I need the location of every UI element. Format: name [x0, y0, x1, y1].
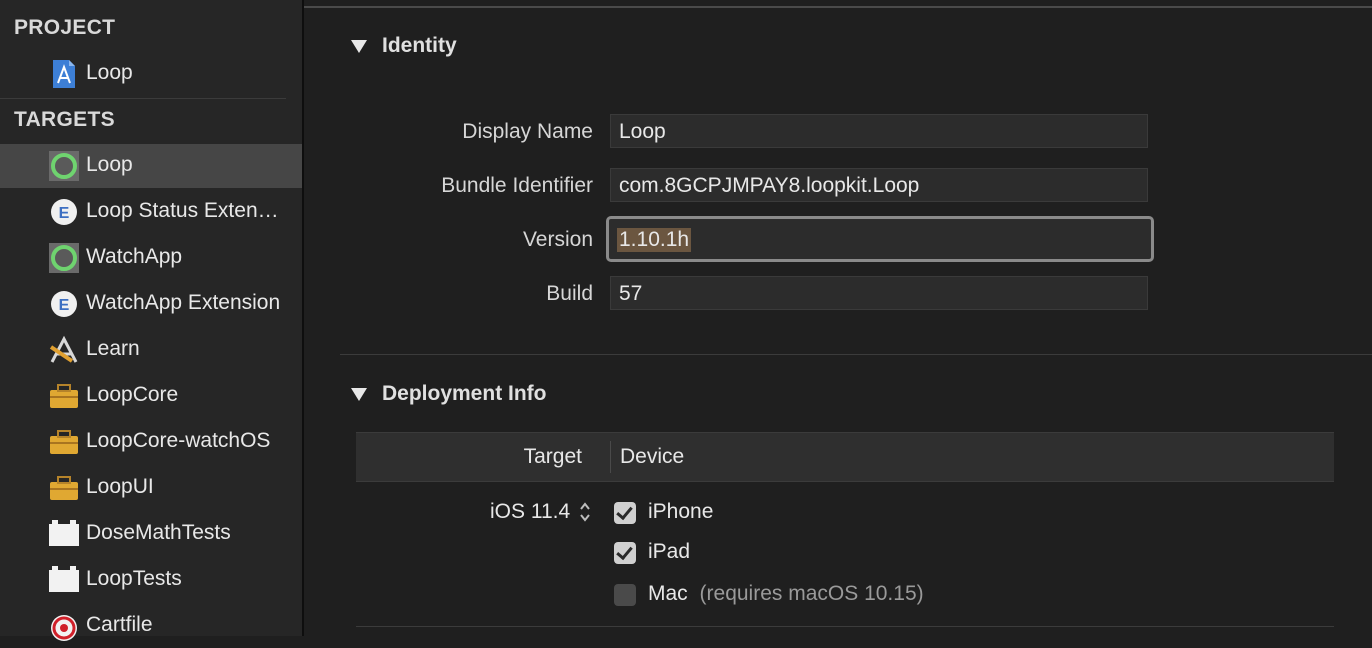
- svg-text:E: E: [59, 297, 70, 314]
- mac-requirement-note: (requires macOS 10.15): [699, 582, 924, 605]
- sidebar-item-watchapp[interactable]: WatchApp: [0, 236, 302, 280]
- mac-label-group: Mac (requires macOS 10.15): [648, 582, 924, 606]
- sidebar-item-label: Loop Status Exten…: [86, 199, 279, 222]
- sidebar-item-label: Cartfile: [86, 613, 153, 636]
- bundle-identifier-value: com.8GCPJMPAY8.loopkit.Loop: [619, 174, 920, 197]
- ipad-checkbox[interactable]: [614, 542, 636, 564]
- mac-checkbox[interactable]: [614, 584, 636, 606]
- build-label: Build: [546, 282, 593, 305]
- sidebar-item-label: Loop: [86, 153, 133, 176]
- target-bullseye-icon: [48, 611, 80, 641]
- sidebar-item-looptests[interactable]: LoopTests: [0, 558, 302, 602]
- app-target-icon: [48, 243, 80, 273]
- xcode-project-icon: [48, 59, 80, 89]
- sidebar-divider[interactable]: [302, 0, 304, 636]
- targets-section-header: TARGETS: [14, 108, 115, 131]
- framework-toolbox-icon: [48, 427, 80, 457]
- framework-toolbox-icon: [48, 381, 80, 411]
- version-field[interactable]: 1.10.1h: [606, 216, 1154, 262]
- target-column-header: Target: [523, 445, 582, 468]
- identity-section-title: Identity: [382, 34, 457, 57]
- extension-icon: E: [48, 289, 80, 319]
- build-value: 57: [619, 282, 643, 305]
- display-name-label: Display Name: [462, 120, 593, 143]
- sidebar-item-label: Loop: [86, 61, 133, 84]
- display-name-value: Loop: [619, 120, 666, 143]
- sidebar-item-label: LoopCore-watchOS: [86, 429, 271, 452]
- test-bundle-icon: [48, 519, 80, 549]
- ios-version-value: iOS 11.4: [490, 500, 571, 523]
- sidebar-item-label: DoseMathTests: [86, 521, 231, 544]
- sidebar-item-dosemathtests[interactable]: DoseMathTests: [0, 512, 302, 556]
- app-tool-icon: [48, 335, 80, 365]
- iphone-checkbox[interactable]: [614, 502, 636, 524]
- identity-disclosure-icon[interactable]: [351, 40, 367, 53]
- bundle-identifier-field[interactable]: com.8GCPJMPAY8.loopkit.Loop: [610, 168, 1148, 202]
- sidebar-item-loopui[interactable]: LoopUI: [0, 466, 302, 510]
- bundle-identifier-label: Bundle Identifier: [441, 174, 593, 197]
- sidebar-item-loop-status-extension[interactable]: E Loop Status Exten…: [0, 190, 302, 234]
- sidebar-item-project-loop[interactable]: Loop: [0, 52, 302, 96]
- test-bundle-icon: [48, 565, 80, 595]
- column-divider: [610, 441, 611, 473]
- ipad-label: iPad: [648, 540, 691, 563]
- sidebar-item-label: WatchApp Extension: [86, 291, 281, 314]
- project-section-header: PROJECT: [14, 16, 116, 39]
- ios-version-popup[interactable]: iOS 11.4: [490, 500, 591, 526]
- extension-icon: E: [48, 197, 80, 227]
- iphone-label: iPhone: [648, 500, 714, 523]
- sidebar-item-loopcore-watchos[interactable]: LoopCore-watchOS: [0, 420, 302, 464]
- version-value: 1.10.1h: [617, 228, 692, 252]
- deployment-table-header: Target Device: [356, 432, 1334, 482]
- sidebar-item-watchapp-extension[interactable]: E WatchApp Extension: [0, 282, 302, 326]
- deployment-disclosure-icon[interactable]: [351, 388, 367, 401]
- version-label: Version: [522, 228, 593, 251]
- sidebar-item-loopcore[interactable]: LoopCore: [0, 374, 302, 418]
- device-column-header: Device: [620, 445, 685, 468]
- sidebar-item-label: Learn: [86, 337, 140, 360]
- sidebar-item-label: LoopCore: [86, 383, 179, 406]
- sidebar-item-label: WatchApp: [86, 245, 183, 268]
- app-target-icon: [48, 151, 80, 181]
- svg-text:E: E: [59, 205, 70, 222]
- sidebar-item-loop[interactable]: Loop: [0, 144, 302, 188]
- stepper-updown-icon: [579, 500, 591, 529]
- sidebar-separator: [0, 98, 286, 99]
- sidebar-item-learn[interactable]: Learn: [0, 328, 302, 372]
- framework-toolbox-icon: [48, 473, 80, 503]
- targets-sidebar: PROJECT Loop TARGETS Loop E Loop Status …: [0, 0, 302, 641]
- mac-label: Mac: [648, 582, 688, 605]
- sidebar-item-cartfile[interactable]: Cartfile: [0, 604, 302, 648]
- table-bottom-separator: [356, 626, 1334, 627]
- sidebar-item-label: LoopUI: [86, 475, 154, 498]
- display-name-field[interactable]: Loop: [610, 114, 1148, 148]
- section-separator: [340, 354, 1372, 355]
- sidebar-item-label: LoopTests: [86, 567, 182, 590]
- build-field[interactable]: 57: [610, 276, 1148, 310]
- deployment-section-title: Deployment Info: [382, 382, 547, 405]
